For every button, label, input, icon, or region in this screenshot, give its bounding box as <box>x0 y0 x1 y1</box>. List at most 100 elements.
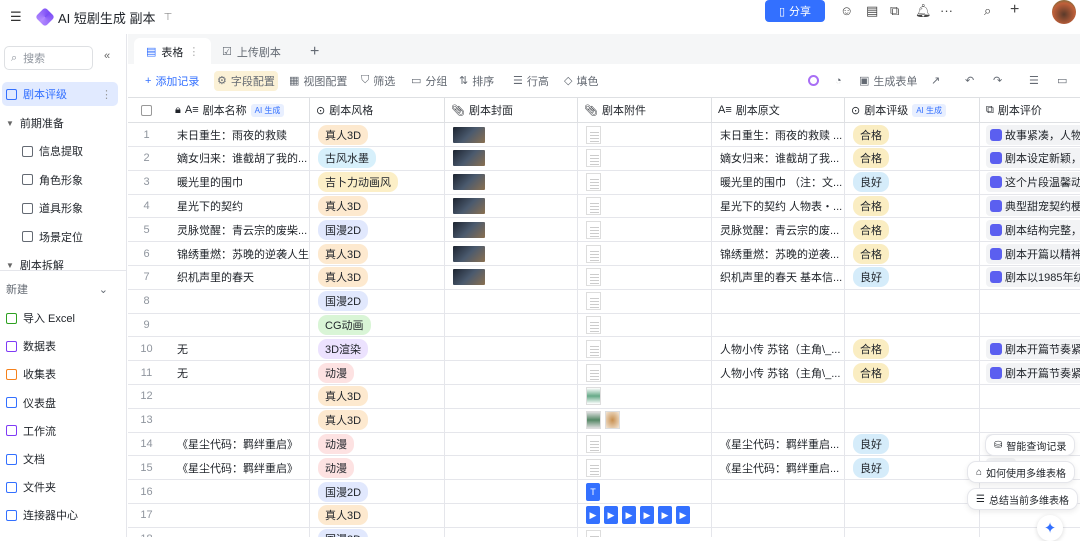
ai-ring-icon[interactable] <box>805 71 822 91</box>
cell-original[interactable] <box>712 480 845 504</box>
template-icon[interactable]: ▤ <box>866 3 878 19</box>
eval-chip[interactable]: 剧本开篇以精神病 <box>986 243 1080 264</box>
robot-icon[interactable]: ☺ <box>840 3 853 18</box>
document-thumbnail[interactable] <box>586 458 601 477</box>
eval-chip[interactable]: 剧本以1985年纺 <box>986 267 1080 288</box>
cover-thumbnail[interactable] <box>453 174 485 191</box>
cell-grade[interactable]: 良好 <box>845 456 980 481</box>
sidebar-item[interactable]: 角色形象 <box>2 168 118 192</box>
eval-chip[interactable]: 剧本开篇节奏紧凑 <box>986 338 1080 359</box>
row-number[interactable]: 6 <box>128 242 165 266</box>
eval-chip[interactable]: 典型甜宠契约梗， <box>986 195 1080 216</box>
row-number[interactable]: 9 <box>128 313 165 338</box>
cell-eval[interactable] <box>980 313 1080 338</box>
cell-original[interactable] <box>712 384 845 409</box>
plus-icon[interactable]: + <box>1010 1 1019 19</box>
column-header-grade[interactable]: ⊙ 剧本评级 AI 生成 <box>845 97 980 123</box>
cell-attachment[interactable] <box>578 123 712 147</box>
cell-style[interactable]: 3D渲染 <box>310 337 445 362</box>
row-number[interactable]: 5 <box>128 218 165 243</box>
avatar[interactable] <box>1052 0 1076 24</box>
cell-cover[interactable] <box>445 361 578 385</box>
cell-style[interactable]: 国漫2D <box>310 289 445 314</box>
cell-grade[interactable] <box>845 289 980 314</box>
cell-cover[interactable] <box>445 242 578 266</box>
document-thumbnail[interactable] <box>586 434 601 453</box>
cell-name[interactable] <box>165 480 310 504</box>
cell-attachment[interactable] <box>578 194 712 219</box>
suggestion-summarize[interactable]: ☰ 总结当前多维表格 <box>967 488 1078 510</box>
document-thumbnail[interactable] <box>586 268 601 287</box>
document-thumbnail[interactable] <box>586 196 601 215</box>
new-item[interactable]: 文档 <box>2 447 118 471</box>
cell-attachment[interactable] <box>578 242 712 266</box>
sidebar-item-active[interactable]: 剧本评级 ⋮ <box>2 82 118 106</box>
cell-eval[interactable]: 剧本以1985年纺 <box>980 266 1080 290</box>
cell-eval[interactable]: 剧本开篇以精神病 <box>980 242 1080 266</box>
cell-cover[interactable] <box>445 432 578 457</box>
new-item[interactable]: 导入 Excel <box>2 306 118 330</box>
filter-button[interactable]: ⛉ 筛选 <box>358 71 398 91</box>
cell-eval[interactable]: 故事紧凑，人物鲜 <box>980 123 1080 147</box>
search-icon[interactable]: ⌕ <box>984 3 991 19</box>
cell-attachment[interactable] <box>578 408 712 433</box>
cell-name[interactable] <box>165 289 310 314</box>
document-thumbnail[interactable] <box>586 173 601 192</box>
cell-original[interactable] <box>712 503 845 528</box>
cell-style[interactable]: 真人3D <box>310 384 445 409</box>
tab-table[interactable]: ▤ 表格 ⋮ <box>134 38 212 65</box>
cell-eval[interactable]: 剧本开篇节奏紧凑 <box>980 337 1080 362</box>
cell-original[interactable]: 《星尘代码：羁绊重启... <box>712 432 845 457</box>
cell-grade[interactable]: 合格 <box>845 242 980 266</box>
cell-grade[interactable]: 合格 <box>845 146 980 171</box>
cover-thumbnail[interactable] <box>453 221 485 238</box>
row-number[interactable]: 11 <box>128 361 165 385</box>
share-view-icon[interactable]: ↗ <box>928 71 943 91</box>
document-thumbnail[interactable] <box>586 315 601 334</box>
row-number[interactable]: 3 <box>128 171 165 195</box>
video-file-icon[interactable]: ▶ <box>604 506 618 525</box>
cell-grade[interactable]: 合格 <box>845 194 980 219</box>
row-number[interactable]: 14 <box>128 432 165 457</box>
cell-attachment[interactable] <box>578 146 712 171</box>
cell-eval[interactable]: 这个片段温馨动人 <box>980 171 1080 195</box>
cell-attachment[interactable] <box>578 456 712 481</box>
cell-style[interactable]: 动漫 <box>310 456 445 481</box>
cell-original[interactable]: 暖光里的围巾 （注：文... <box>712 170 845 195</box>
cell-eval[interactable] <box>980 385 1080 409</box>
video-file-icon[interactable]: ▶ <box>640 506 654 525</box>
cover-thumbnail[interactable] <box>453 150 485 167</box>
more-icon[interactable]: ··· <box>940 3 953 18</box>
cell-attachment[interactable] <box>578 432 712 457</box>
cell-name[interactable] <box>165 527 310 537</box>
new-item[interactable]: 文件夹 <box>2 475 118 499</box>
cell-cover[interactable] <box>445 456 578 481</box>
cell-eval[interactable]: 剧本设定新颖，场 <box>980 147 1080 171</box>
row-number[interactable]: 1 <box>128 123 165 147</box>
history-icon[interactable]: ◔ <box>832 71 845 91</box>
sidebar-item[interactable]: 道具形象 <box>2 196 118 220</box>
document-thumbnail[interactable] <box>586 530 601 537</box>
cell-style[interactable]: 真人3D <box>310 503 445 528</box>
cell-style[interactable]: 真人3D <box>310 408 445 433</box>
cell-attachment[interactable] <box>578 170 712 195</box>
cell-cover[interactable] <box>445 503 578 528</box>
column-header-name[interactable]: 🔒︎ A≡ 剧本名称 AI 生成 <box>165 97 310 123</box>
cell-eval[interactable]: 剧本结构完整，后 <box>980 218 1080 243</box>
cell-cover[interactable] <box>445 123 578 147</box>
cell-cover[interactable] <box>445 313 578 338</box>
suggestion-smart-query[interactable]: ⛁ 智能查询记录 <box>985 434 1076 456</box>
redo-icon[interactable]: ↷ <box>990 71 1005 91</box>
new-item[interactable]: 仪表盘 <box>2 391 118 415</box>
eval-chip[interactable]: 故事紧凑，人物鲜 <box>986 124 1080 145</box>
cell-grade[interactable]: 良好 <box>845 265 980 290</box>
field-config-button[interactable]: ⚙ 字段配置 <box>214 70 278 91</box>
row-number[interactable]: 12 <box>128 385 165 409</box>
undo-icon[interactable]: ↶ <box>962 71 977 91</box>
sort-button[interactable]: ⇅ 排序 <box>456 71 497 91</box>
cell-style[interactable]: 动漫 <box>310 432 445 457</box>
cell-eval[interactable]: 剧本开篇节奏紧凑 <box>980 361 1080 385</box>
cover-thumbnail[interactable] <box>453 126 485 143</box>
ai-assistant-button[interactable]: ✦ <box>1037 515 1063 541</box>
cell-eval[interactable]: 典型甜宠契约梗， <box>980 194 1080 219</box>
